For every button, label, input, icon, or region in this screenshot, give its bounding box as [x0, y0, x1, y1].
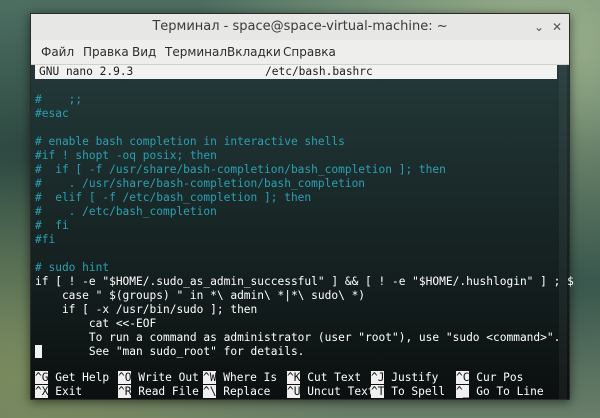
nano-version: GNU nano 2.9.3: [39, 65, 134, 78]
window-title: Терминал - space@space-virtual-machine: …: [152, 19, 448, 34]
shortcut-key: ^X: [35, 385, 49, 398]
editor-line: # elif [ -f /etc/bash_completion ]; then: [35, 191, 312, 204]
shortcut-item[interactable]: ^K Cut Text: [287, 371, 361, 385]
shortcut-key: ^W: [203, 371, 217, 384]
shortcut-label: Where Is: [216, 371, 278, 384]
shortcut-label: Exit: [48, 385, 83, 398]
editor-line: #esac: [35, 107, 69, 120]
nano-title-bar: GNU nano 2.9.3 /etc/bash.bashrc: [35, 65, 557, 79]
shortcut-key: ^_: [456, 385, 470, 398]
shortcut-key: ^K: [287, 371, 301, 384]
shortcut-item[interactable]: ^X Exit: [35, 385, 82, 399]
shortcut-key: ^C: [456, 371, 470, 384]
editor-line: if [ ! -e "$HOME/.sudo_as_admin_successf…: [35, 275, 574, 288]
editor-line: # enable bash completion in interactive …: [35, 135, 345, 148]
shortcut-key: ^R: [118, 385, 132, 398]
shortcut-item[interactable]: ^O Write Out: [118, 371, 199, 385]
editor-line: # sudo hint: [35, 261, 110, 274]
menu-bar: Файл Правка Вид Терминал Вкладки Справка: [31, 40, 569, 65]
shortcut-key: ^T: [371, 385, 385, 398]
editor-line: # if [ -f /usr/share/bash-completion/bas…: [35, 163, 446, 176]
editor-line: # . /usr/share/bash-completion/bash_comp…: [35, 177, 366, 190]
shortcut-label: Get Help: [48, 371, 110, 384]
shortcut-label: Justify: [384, 371, 439, 384]
shortcut-item[interactable]: ^J Justify: [371, 371, 438, 385]
shortcut-item[interactable]: ^_ Go To Line: [456, 385, 544, 399]
menu-help[interactable]: Справка: [283, 45, 336, 59]
shortcut-item[interactable]: ^U Uncut Text: [287, 385, 375, 399]
editor-line: See "man sudo_root" for details.: [35, 345, 305, 358]
editor-line: # . /etc/bash_completion: [35, 205, 217, 218]
editor-line: if [ -x /usr/bin/sudo ]; then: [35, 303, 258, 316]
shortcut-item[interactable]: ^\ Replace: [203, 385, 270, 399]
title-bar[interactable]: Терминал - space@space-virtual-machine: …: [31, 14, 569, 41]
shortcut-key: ^J: [371, 371, 385, 384]
editor-line: case " $(groups) " in *\ admin\ *|*\ sud…: [35, 289, 366, 302]
shortcut-label: Uncut Text: [300, 385, 375, 398]
shortcut-item[interactable]: ^G Get Help: [35, 371, 109, 385]
close-icon[interactable]: ✕: [549, 19, 565, 35]
shortcut-key: ^\: [203, 385, 217, 398]
shortcut-key: ^U: [287, 385, 301, 398]
terminal-area[interactable]: GNU nano 2.9.3 /etc/bash.bashrc # ;; #esa…: [31, 65, 574, 399]
shortcut-label: Read File: [131, 385, 199, 398]
shortcut-label: Replace: [216, 385, 271, 398]
editor-line: #fi: [35, 233, 56, 246]
menu-tabs[interactable]: Вкладки: [227, 45, 281, 59]
shortcut-item[interactable]: ^R Read File: [118, 385, 199, 399]
text-cursor: [35, 345, 42, 358]
shortcut-label: Cut Text: [300, 371, 362, 384]
editor-line: To run a command as administrator (user …: [35, 331, 561, 344]
menu-terminal[interactable]: Терминал: [165, 45, 227, 59]
editor-line: # ;;: [35, 93, 83, 106]
shortcut-label: Cur Pos: [469, 371, 524, 384]
shortcut-item[interactable]: ^W Where Is: [203, 371, 277, 385]
terminal-window[interactable]: Терминал - space@space-virtual-machine: …: [30, 13, 574, 400]
chevron-down-icon[interactable]: ⌄: [531, 19, 547, 35]
editor-line: cat <<-EOF: [35, 317, 157, 330]
menu-file[interactable]: Файл: [41, 45, 74, 59]
menu-edit[interactable]: Правка: [83, 45, 129, 59]
shortcut-key: ^G: [35, 371, 49, 384]
menu-view[interactable]: Вид: [132, 45, 156, 59]
shortcut-label: Go To Line: [469, 385, 544, 398]
scrollbar[interactable]: [559, 65, 567, 399]
shortcut-label: To Spell: [384, 385, 446, 398]
shortcut-item[interactable]: ^C Cur Pos: [456, 371, 523, 385]
editor-line: #if ! shopt -oq posix; then: [35, 149, 217, 162]
shortcut-item[interactable]: ^T To Spell: [371, 385, 445, 399]
editor-line: # fi: [35, 219, 69, 232]
shortcut-label: Write Out: [131, 371, 199, 384]
shortcut-key: ^O: [118, 371, 132, 384]
nano-filename: /etc/bash.bashrc: [265, 65, 373, 78]
